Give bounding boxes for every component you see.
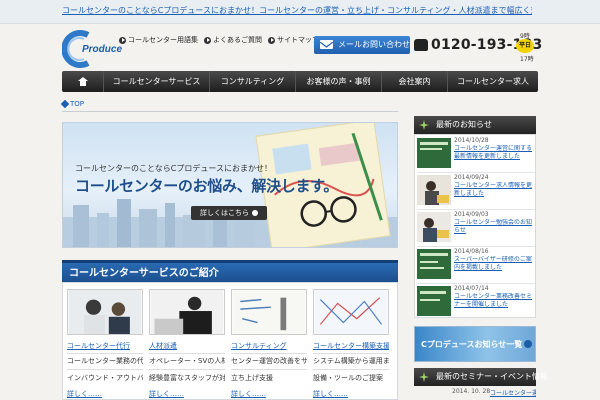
seminar-date: 2014. 10. 28	[452, 388, 491, 395]
mail-contact-button[interactable]: メールお問い合わせ	[314, 36, 410, 54]
nav-item-callcenter-service[interactable]: コールセンターサービス	[104, 71, 210, 92]
sparkle-icon	[419, 120, 429, 130]
top-announcement-link[interactable]: コールセンターのことならCプロデュースにおまかせ！コールセンターの運営・立ち上げ…	[62, 5, 532, 17]
nav-item-recruit[interactable]: コールセンター求人	[448, 71, 538, 92]
arrow-right-icon	[252, 210, 258, 216]
seminar-section-title: 最新のセミナー・イベント情報	[414, 368, 548, 386]
global-nav: コールセンターサービス コンサルティング お客様の声・事例 会社案内 コールセン…	[62, 71, 538, 92]
diamond-icon	[60, 99, 70, 109]
hero-title: コールセンターのお悩み、解決します。	[75, 177, 339, 195]
services-section-title: コールセンターサービスのご紹介	[62, 260, 398, 282]
service-card: 人材派遣 オペレーター・SVの人材を派遣いたします 経験豊富なスタッフが対応 詳…	[149, 289, 225, 399]
sparkle-icon	[419, 372, 429, 382]
hero-subtitle: コールセンターのことならCプロデュースにおまかせ！	[75, 164, 272, 173]
operator-photo	[67, 289, 143, 335]
news-item[interactable]: 2014/09/24 コールセンター求人情報を更新しました	[417, 173, 535, 209]
arrow-right-icon	[119, 36, 126, 44]
sitemap-link[interactable]: サイトマップ	[268, 34, 319, 46]
mail-icon	[319, 40, 334, 49]
nav-item-company[interactable]: 会社案内	[382, 71, 448, 92]
logo-text: Produce	[82, 44, 123, 55]
arrow-right-icon	[524, 340, 533, 348]
news-thumbnail	[417, 212, 451, 242]
news-thumbnail	[417, 138, 451, 168]
service-card: コールセンター代行 コールセンター業務の代行サービスです インバウンド・アウトバ…	[67, 289, 143, 399]
header-links: コールセンター用語集 よくあるご質問 サイトマップ	[119, 34, 319, 46]
news-thumbnail	[417, 175, 451, 205]
home-icon	[77, 77, 88, 86]
nav-item-voices[interactable]: お客様の声・事例	[296, 71, 382, 92]
staff-photo	[149, 289, 225, 335]
services-section: コールセンター代行 コールセンター業務の代行サービスです インバウンド・アウトバ…	[62, 282, 398, 400]
company-logo[interactable]: Produce	[61, 30, 122, 68]
phone-icon	[414, 39, 428, 51]
glossary-link[interactable]: コールセンター用語集	[119, 34, 198, 46]
breadcrumb-divider	[62, 111, 398, 112]
news-item[interactable]: 2014/09/03 コールセンター勉強会のお知らせ	[417, 210, 535, 246]
business-hours: 9時 平日 17時	[512, 31, 540, 63]
news-thumbnail	[417, 249, 451, 279]
news-item[interactable]: 2014/10/28 コールセンター運営に関する最新情報を更新しました	[417, 136, 535, 172]
hero-banner: コールセンターのことならCプロデュースにおまかせ！ コールセンターのお悩み、解決…	[62, 122, 398, 248]
news-list: 2014/10/28 コールセンター運営に関する最新情報を更新しました 2014…	[414, 134, 536, 318]
arrow-right-icon	[268, 36, 275, 44]
news-item[interactable]: 2014/08/16 スーパーバイザー研修のご案内を掲載しました	[417, 247, 535, 283]
nav-item-consulting[interactable]: コンサルティング	[210, 71, 296, 92]
service-card: コンサルティング センター運営の改善をサポートします 立ち上げ支援 詳しく……	[231, 289, 307, 399]
seminar-link[interactable]: コールセンター運営セミナー	[490, 388, 536, 397]
hero-details-button[interactable]: 詳しくはこちら	[191, 206, 267, 220]
faq-link[interactable]: よくあるご質問	[204, 34, 262, 46]
whiteboard-photo	[231, 289, 307, 335]
breadcrumb[interactable]: TOP	[60, 99, 84, 109]
news-list-banner[interactable]: Cプロデュースお知らせ一覧	[414, 326, 536, 362]
nav-home[interactable]	[62, 71, 104, 92]
top-announcement-bar: コールセンターのことならCプロデュースにおまかせ！コールセンターの運営・立ち上げ…	[0, 0, 600, 24]
news-section-title: 最新のお知らせ	[414, 116, 536, 134]
news-thumbnail	[417, 286, 451, 316]
service-card: コールセンター構築支援 システム構築から運用まで支援します 設備・ツールのご提案…	[313, 289, 389, 399]
network-diagram-photo	[313, 289, 389, 335]
news-item[interactable]: 2014/07/14 コールセンター業務改善セミナーを開催しました	[417, 284, 535, 320]
arrow-right-icon	[204, 36, 211, 44]
weekday-badge: 平日	[516, 39, 534, 53]
